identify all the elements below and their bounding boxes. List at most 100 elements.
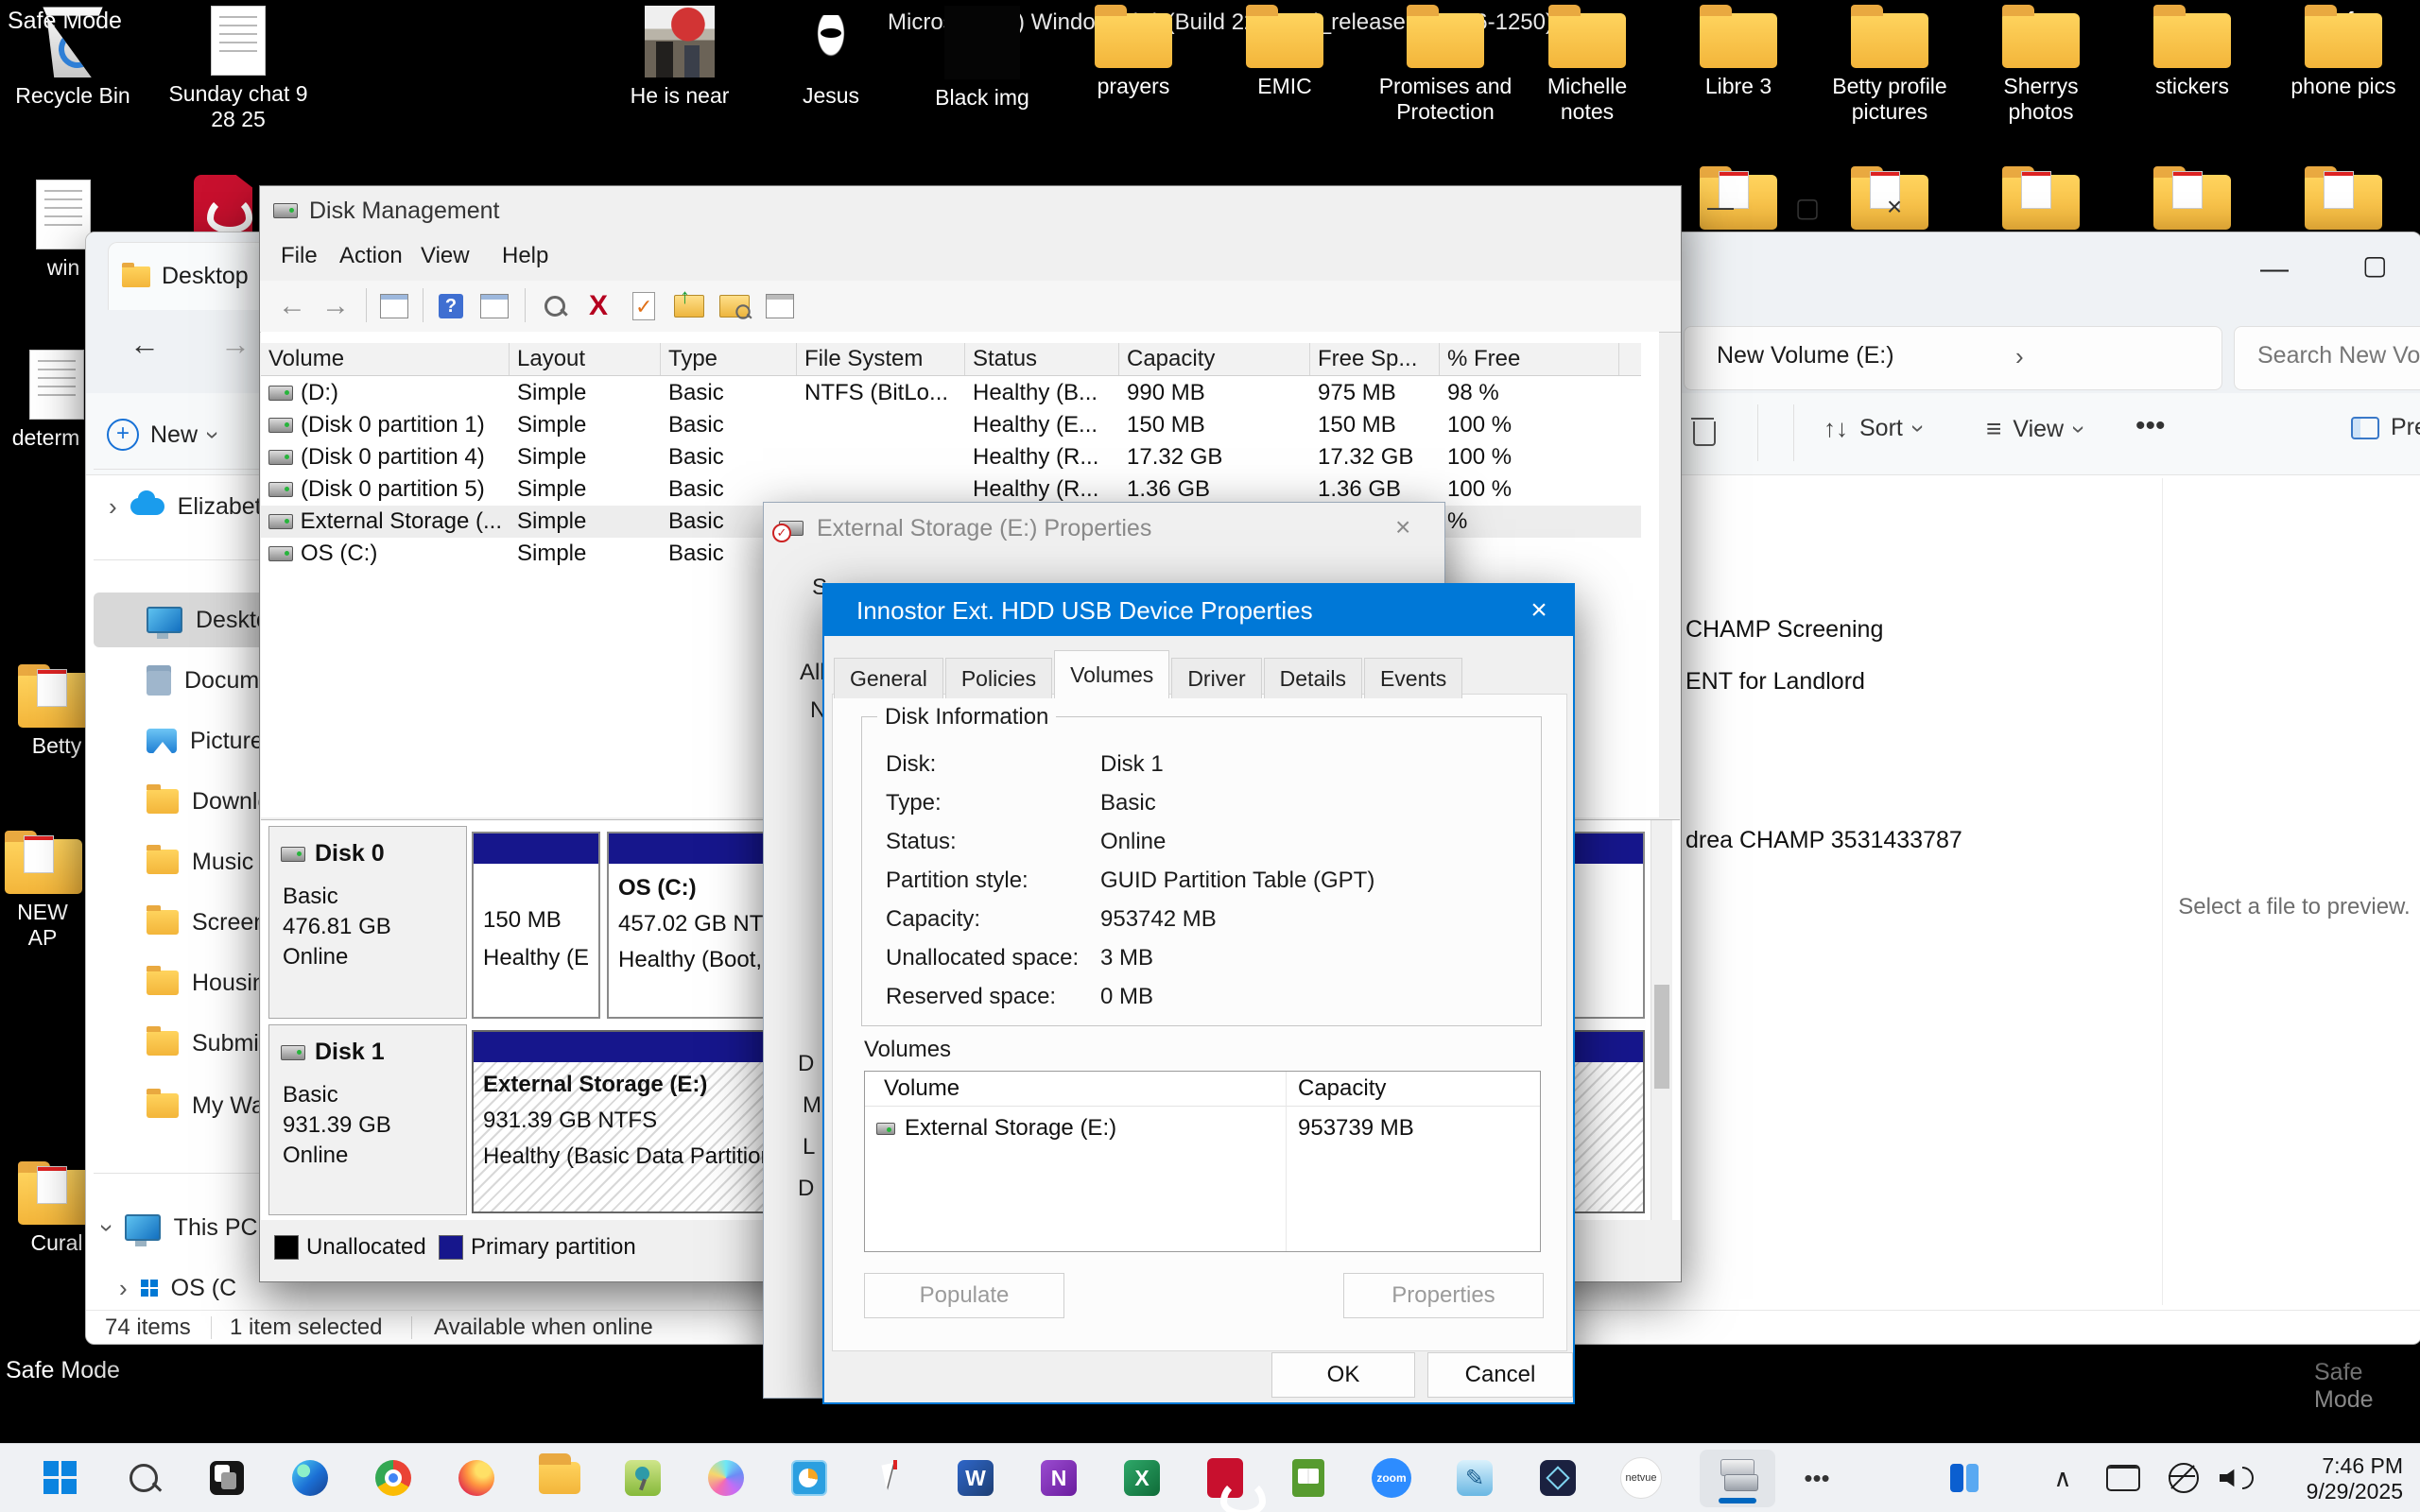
netvue-button[interactable]: netvue <box>1618 1455 1664 1501</box>
tab-general[interactable]: General <box>834 658 943 698</box>
file-item[interactable]: CHAMP Screening <box>1685 616 1883 644</box>
volumes-list[interactable]: Volume Capacity External Storage (E:) 95… <box>864 1071 1541 1252</box>
desktop-icon-recycle-bin[interactable]: Recycle Bin <box>11 6 134 109</box>
cancel-button[interactable]: Cancel <box>1427 1352 1573 1398</box>
cursor-app-button[interactable] <box>870 1455 915 1501</box>
volume-row[interactable]: External Storage (E:) <box>876 1115 1116 1142</box>
tab-details[interactable]: Details <box>1264 658 1362 698</box>
back-button[interactable]: ← <box>130 327 160 362</box>
menu-view[interactable]: View <box>421 243 470 269</box>
chrome-button[interactable] <box>371 1455 416 1501</box>
search-button[interactable] <box>121 1455 166 1501</box>
populate-button[interactable]: Populate <box>864 1273 1064 1318</box>
sidebar-item-onedrive[interactable]: › Elizabet <box>109 480 269 533</box>
properties-check-icon[interactable] <box>625 288 663 324</box>
back-icon[interactable]: ← <box>273 288 311 324</box>
desktop-icon-phone-pics[interactable]: phone pics <box>2282 13 2405 99</box>
table-row[interactable]: (D:) SimpleBasic NTFS (BitLo...Healthy (… <box>261 377 1641 409</box>
search-box[interactable]: Search New Vol <box>2234 326 2420 390</box>
console-tree-icon[interactable] <box>375 288 413 324</box>
desktop-icon-libre-3[interactable]: Libre 3 <box>1677 13 1800 99</box>
desktop-icon-promises[interactable]: Promises and Protection <box>1374 13 1516 125</box>
properties-button[interactable]: Properties <box>1343 1273 1544 1318</box>
disk-management-taskbar-button[interactable] <box>1700 1450 1775 1507</box>
new-button[interactable]: + New › <box>107 408 249 461</box>
desktop-icon-black-img[interactable]: Black img <box>921 6 1044 111</box>
close-button[interactable]: × <box>1505 585 1573 636</box>
search-input[interactable]: Search New Vol <box>2257 342 2420 369</box>
firefox-button[interactable] <box>454 1455 499 1501</box>
sort-button[interactable]: ↑↓ Sort › <box>1824 414 1923 443</box>
open-folder-icon[interactable]: ↑ <box>670 288 708 324</box>
help-icon[interactable]: ? <box>432 288 470 324</box>
taskbar-clock[interactable]: 7:46 PM 9/29/2025 <box>2307 1453 2403 1504</box>
zoom-button[interactable]: zoom <box>1369 1455 1414 1501</box>
acrobat-button[interactable] <box>1202 1455 1248 1501</box>
excel-button[interactable]: X <box>1119 1455 1165 1501</box>
desktop-icon-emic[interactable]: EMIC <box>1223 13 1346 99</box>
desktop-icon-he-is-near[interactable]: He is near <box>618 6 741 109</box>
preview-toggle-button[interactable]: Previ <box>2351 414 2420 441</box>
ok-button[interactable]: OK <box>1271 1352 1415 1398</box>
forward-icon[interactable]: → <box>317 288 354 324</box>
device-scan-icon[interactable] <box>536 288 574 324</box>
pin-app-button[interactable] <box>620 1455 666 1501</box>
volume-tray-button[interactable] <box>2214 1455 2259 1501</box>
table-row[interactable]: (Disk 0 partition 1) SimpleBasic Healthy… <box>261 409 1641 441</box>
start-button[interactable] <box>38 1455 83 1501</box>
tab-policies[interactable]: Policies <box>945 658 1052 698</box>
forward-button[interactable]: → <box>220 327 251 362</box>
menu-help[interactable]: Help <box>502 243 548 269</box>
list-view-icon[interactable] <box>761 288 799 324</box>
disk-0-info[interactable]: Disk 0 Basic 476.81 GB Online <box>268 826 467 1019</box>
desktop-icon-sherrys-photos[interactable]: Sherrys photos <box>1994 13 2088 125</box>
desktop-icon-pdf-folder-3[interactable] <box>2002 175 2080 230</box>
desktop-icon-michelle-notes[interactable]: Michelle notes <box>1535 13 1639 125</box>
sidebar-item-os-c[interactable]: › OS (C <box>119 1262 280 1314</box>
edge-button[interactable] <box>287 1455 333 1501</box>
maximize-button[interactable]: ▢ <box>2362 249 2387 281</box>
close-button[interactable]: × <box>1395 512 1410 542</box>
view-button[interactable]: ≡ View › <box>1986 414 2083 444</box>
desktop-icon-pdf-folder-4[interactable] <box>2153 175 2231 230</box>
partition-disk0-recovery[interactable]: 150 MB Healthy (E <box>472 832 600 1019</box>
disk-chart-app-button[interactable] <box>786 1455 832 1501</box>
minimize-button[interactable]: — <box>1693 192 1748 230</box>
desktop-icon-new-ap-folder[interactable]: NEW AP <box>5 839 80 951</box>
desktop-icon-stickers[interactable]: stickers <box>2131 13 2254 99</box>
explore-folder-icon[interactable] <box>716 288 753 324</box>
taskbar-more-button[interactable]: ••• <box>1794 1455 1840 1501</box>
hidden-icons-button[interactable]: ∧ <box>2040 1455 2085 1501</box>
bible-app-button[interactable] <box>1286 1455 1331 1501</box>
network-tray-button[interactable] <box>2161 1455 2206 1501</box>
desktop-icon-pdf-folder-5[interactable] <box>2305 175 2382 230</box>
tab-volumes[interactable]: Volumes <box>1054 650 1169 698</box>
file-item[interactable]: ENT for Landlord <box>1685 668 1865 696</box>
desktop-icon-jesus[interactable]: Jesus <box>769 6 892 109</box>
breadcrumb[interactable]: New Volume (E:) › <box>1684 326 2222 390</box>
close-button[interactable]: × <box>1867 192 1922 230</box>
table-row[interactable]: (Disk 0 partition 4) SimpleBasic Healthy… <box>261 441 1641 473</box>
menu-action[interactable]: Action <box>339 243 403 269</box>
desktop-icon-sunday-chat[interactable]: Sunday chat 9 28 25 <box>163 6 314 132</box>
portfolio-app-button[interactable] <box>1535 1455 1581 1501</box>
tab-driver[interactable]: Driver <box>1171 658 1261 698</box>
word-button[interactable]: W <box>953 1455 998 1501</box>
photo-editor-button[interactable]: ✎ <box>1452 1455 1497 1501</box>
table-row[interactable]: (Disk 0 partition 5) SimpleBasic Healthy… <box>261 473 1641 506</box>
table-header[interactable]: Volume Layout Type File System Status Ca… <box>261 343 1641 376</box>
delete-volume-icon[interactable]: X <box>579 288 617 324</box>
tab-events[interactable]: Events <box>1364 658 1462 698</box>
photos-app-button[interactable] <box>204 1455 250 1501</box>
onenote-button[interactable]: N <box>1036 1455 1081 1501</box>
console-window-icon[interactable] <box>475 288 513 324</box>
tablet-device-tray-button[interactable] <box>2100 1455 2146 1501</box>
copilot-button[interactable] <box>703 1455 749 1501</box>
more-options-button[interactable]: ••• <box>2135 410 2166 442</box>
delete-button[interactable] <box>1693 421 1716 446</box>
sidebar-item-this-pc[interactable]: › This PC <box>103 1201 273 1254</box>
minimize-button[interactable]: — <box>2260 253 2289 285</box>
maximize-button[interactable]: ▢ <box>1780 192 1835 230</box>
file-item[interactable]: drea CHAMP 3531433787 <box>1685 827 1962 854</box>
file-explorer-button[interactable] <box>537 1455 582 1501</box>
